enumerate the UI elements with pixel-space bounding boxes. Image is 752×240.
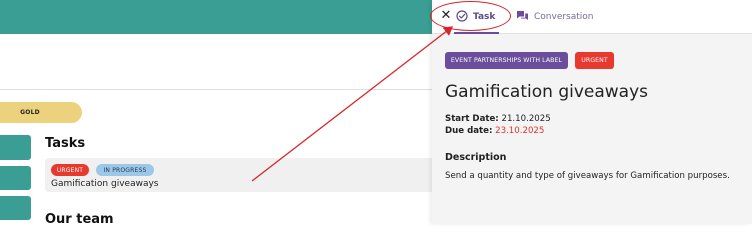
due-date-row: Due date: 23.10.2025 (445, 126, 544, 136)
team-heading: Our team (45, 212, 114, 227)
start-date-row: Start Date: 21.10.2025 (445, 114, 551, 124)
task-card-title: Gamification giveaways (51, 179, 159, 189)
start-date-label: Start Date: (445, 114, 499, 124)
tab-task-label: Task (473, 12, 496, 22)
close-icon: ✕ (440, 7, 452, 23)
tab-task[interactable]: Task (454, 0, 500, 34)
sidebar-tile[interactable] (0, 166, 31, 190)
sidebar-tile[interactable] (0, 135, 31, 160)
start-date-value: 21.10.2025 (501, 114, 551, 124)
close-button[interactable]: ✕ (438, 7, 454, 23)
urgent-tag: URGENT (51, 164, 89, 176)
description-text: Send a quantity and type of giveaways fo… (445, 171, 730, 181)
category-label: EVENT PARTNERSHIPS WITH LABEL (445, 52, 568, 69)
task-detail-drawer: ✕ Task Conversation EVENT PARTNERSHIPS W… (430, 0, 752, 224)
sidebar-tile[interactable] (0, 196, 31, 220)
tab-conversation-label: Conversation (534, 12, 594, 22)
chat-bubbles-icon (516, 10, 529, 25)
task-title: Gamification giveaways (445, 82, 649, 102)
task-card[interactable]: URGENT IN PROGRESS Gamification giveaway… (45, 158, 432, 192)
status-tag: IN PROGRESS (96, 164, 154, 176)
app-subheader (0, 34, 432, 90)
urgent-label: URGENT (575, 52, 614, 69)
gold-badge: GOLD (0, 102, 82, 123)
check-circle-icon (456, 9, 468, 25)
drawer-tab-bar: ✕ Task Conversation (430, 0, 752, 34)
tasks-heading: Tasks (45, 136, 86, 151)
due-date-label: Due date: (445, 126, 493, 136)
active-tab-indicator (454, 32, 500, 34)
due-date-value: 23.10.2025 (495, 126, 545, 136)
tab-conversation[interactable]: Conversation (516, 0, 594, 34)
description-heading: Description (445, 152, 507, 163)
